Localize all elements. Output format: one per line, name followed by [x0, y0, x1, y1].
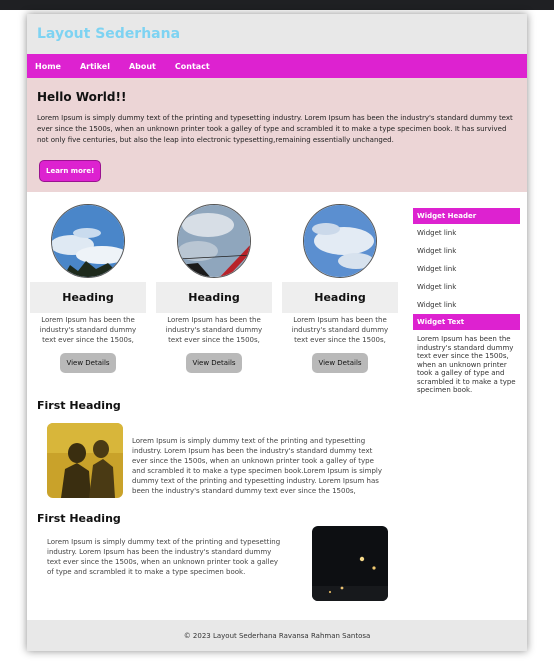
article-text: Lorem Ipsum is simply dummy text of the …	[47, 538, 281, 576]
widget-link[interactable]: Widget link	[413, 224, 520, 242]
site-title: Layout Sederhana	[37, 26, 181, 42]
nav-about[interactable]: About	[129, 62, 156, 71]
nav-contact[interactable]: Contact	[175, 62, 210, 71]
jumbotron-text: Lorem Ipsum is simply dummy text of the …	[37, 114, 513, 144]
article-image-night	[312, 526, 388, 601]
card-heading: Heading	[282, 282, 398, 313]
article-text: Lorem Ipsum is simply dummy text of the …	[132, 437, 383, 495]
widget-link[interactable]: Widget link	[413, 278, 520, 296]
sidebar: Widget Header Widget link Widget link Wi…	[413, 208, 520, 400]
card: Heading Lorem Ipsum has been the industr…	[156, 204, 272, 373]
card: Heading Lorem Ipsum has been the industr…	[282, 204, 398, 373]
main-content: Heading Lorem Ipsum has been the industr…	[27, 192, 527, 617]
view-details-button[interactable]: View Details	[186, 353, 242, 373]
learn-more-button[interactable]: Learn more!	[39, 160, 102, 182]
card-text: Lorem Ipsum has been the industry's stan…	[291, 316, 389, 344]
card-text: Lorem Ipsum has been the industry's stan…	[39, 316, 137, 344]
nav-artikel[interactable]: Artikel	[80, 62, 110, 71]
browser-top-bar	[0, 0, 554, 10]
widget-link[interactable]: Widget link	[413, 242, 520, 260]
navbar: Home Artikel About Contact	[27, 54, 527, 78]
widget-text: Lorem Ipsum has been the industry's stan…	[417, 335, 516, 394]
widget-header: Widget Header	[413, 208, 520, 224]
card-heading: Heading	[156, 282, 272, 313]
widget-link[interactable]: Widget link	[413, 296, 520, 314]
card: Heading Lorem Ipsum has been the industr…	[30, 204, 146, 373]
article-heading: First Heading	[37, 399, 121, 412]
article-image-shadow	[47, 423, 123, 498]
jumbotron: Hello World!! Lorem Ipsum is simply dumm…	[27, 78, 527, 192]
article-heading: First Heading	[37, 512, 121, 525]
card-text: Lorem Ipsum has been the industry's stan…	[165, 316, 263, 344]
card-image-sky	[303, 204, 377, 278]
nav-home[interactable]: Home	[35, 62, 61, 71]
view-details-button[interactable]: View Details	[60, 353, 116, 373]
page-container: Layout Sederhana Home Artikel About Cont…	[27, 14, 527, 651]
site-footer: © 2023 Layout Sederhana Ravansa Rahman S…	[27, 620, 527, 651]
card-image-sky-tree	[51, 204, 125, 278]
card-heading: Heading	[30, 282, 146, 313]
view-details-button[interactable]: View Details	[312, 353, 368, 373]
card-image-sky-roof	[177, 204, 251, 278]
footer-text: © 2023 Layout Sederhana Ravansa Rahman S…	[183, 631, 371, 640]
jumbotron-title: Hello World!!	[37, 90, 127, 104]
widget-link[interactable]: Widget link	[413, 260, 520, 278]
site-header: Layout Sederhana	[27, 14, 527, 54]
widget-text-header: Widget Text	[413, 314, 520, 330]
